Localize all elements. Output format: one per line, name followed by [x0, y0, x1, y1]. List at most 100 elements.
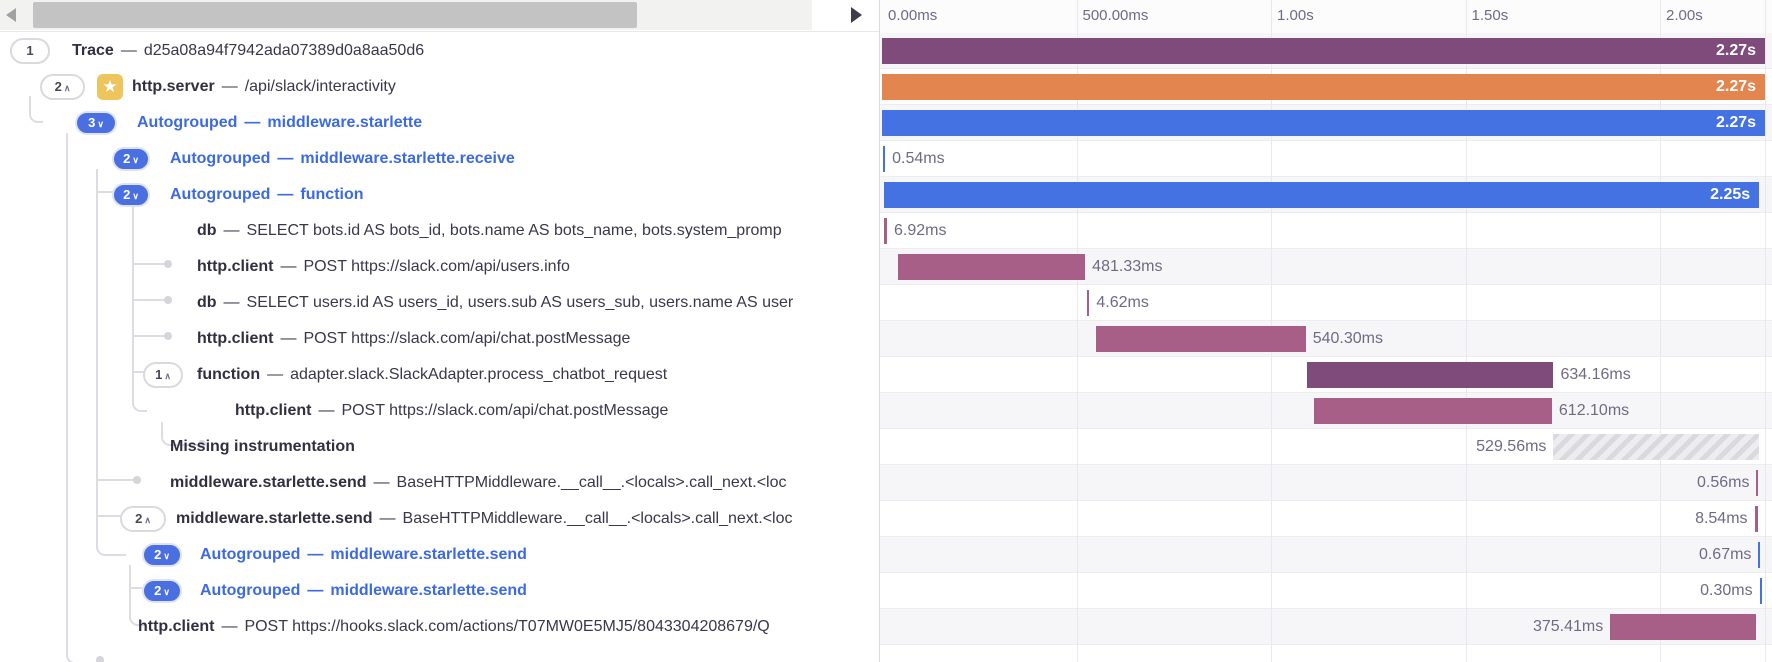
span-bar[interactable]: 2.25s [884, 182, 1759, 208]
trace-viewer: 1 Trace—d25a08a94f7942ada07389d0a8aa50d6… [0, 0, 1772, 662]
timeline-rows: 2.27s 2.27s 2.27s 0.54ms 2.25s 6.92ms 48… [880, 33, 1772, 645]
chevron-down-icon: ∨ [163, 574, 170, 609]
span-bar[interactable] [883, 146, 885, 172]
separator: — [380, 510, 396, 527]
span-desc: POST https://slack.com/api/users.info [303, 258, 569, 275]
span-bar[interactable]: 2.27s [882, 110, 1765, 136]
span-name: db [197, 222, 217, 239]
badge-count: 1 [155, 357, 162, 393]
span-name: db [197, 294, 217, 311]
tree-row-autogrouped-starlette[interactable]: 3∨ Autogrouped—middleware.starlette [0, 105, 879, 141]
tree-row-http-hooks[interactable]: http.client—POST https://hooks.slack.com… [0, 609, 879, 645]
badge-count: 2 [55, 69, 62, 105]
duration-label: 2.27s [1716, 38, 1756, 64]
scrollbar-thumb[interactable] [33, 2, 637, 28]
duration-label: 540.30ms [1313, 326, 1383, 352]
collapse-badge[interactable]: 2∧ [120, 506, 166, 532]
expand-badge[interactable]: 2∨ [112, 147, 150, 171]
expand-badge[interactable]: 2∨ [142, 579, 182, 603]
tree-row-autogrouped-send-2[interactable]: 2∨ Autogrouped—middleware.starlette.send [0, 573, 879, 609]
duration-label: 0.30ms [1700, 578, 1752, 604]
star-icon: ★ [97, 74, 123, 100]
span-name: Autogrouped [170, 150, 270, 167]
badge-count: 2 [123, 141, 130, 177]
expand-badge[interactable]: 3∨ [75, 111, 117, 135]
child-count-badge[interactable]: 1 [10, 38, 50, 64]
tree-row-middleware-send-1[interactable]: middleware.starlette.send—BaseHTTPMiddle… [0, 465, 879, 501]
span-row: 612.10ms [880, 393, 1772, 429]
tree-row-trace[interactable]: 1 Trace—d25a08a94f7942ada07389d0a8aa50d6 [0, 33, 879, 69]
tree-row-missing-instrumentation[interactable]: Missing instrumentation [0, 429, 879, 465]
span-bar[interactable] [1758, 542, 1760, 568]
span-bar[interactable] [898, 254, 1085, 280]
duration-label: 375.41ms [1533, 614, 1603, 640]
duration-label: 481.33ms [1092, 254, 1162, 280]
duration-label: 8.54ms [1695, 506, 1747, 532]
duration-label: 612.10ms [1559, 398, 1629, 424]
span-row: 0.54ms [880, 141, 1772, 177]
span-bar[interactable] [1755, 506, 1758, 532]
chevron-up-icon: ∧ [144, 502, 151, 537]
collapse-badge[interactable]: 2∧ [40, 74, 85, 100]
duration-label: 2.27s [1716, 110, 1756, 136]
leaf-bullet [96, 656, 104, 662]
chevron-up-icon: ∧ [164, 358, 171, 393]
chevron-up-icon: ∧ [64, 70, 71, 105]
span-bar[interactable]: 2.27s [882, 74, 1765, 100]
tree-row-db-users[interactable]: db — SELECT users.id AS users_id, users.su… [0, 285, 879, 321]
expand-badge[interactable]: 2∨ [112, 183, 150, 207]
tree-row-autogrouped-receive[interactable]: 2∨ Autogrouped—middleware.starlette.rece… [0, 141, 879, 177]
separator: — [224, 294, 240, 311]
duration-label: 0.67ms [1699, 542, 1751, 568]
scroll-right-icon[interactable] [851, 7, 862, 23]
span-row: 2.25s [880, 177, 1772, 213]
span-bar[interactable] [1610, 614, 1756, 640]
separator: — [307, 582, 323, 599]
span-desc: BaseHTTPMiddleware.__call__.<locals>.cal… [397, 474, 787, 491]
span-name: Trace [72, 42, 114, 59]
tree-row-function-process-chatbot[interactable]: 1∧ function—adapter.slack.SlackAdapter.p… [0, 357, 879, 393]
span-name: http.client [138, 618, 214, 635]
duration-label: 0.54ms [892, 146, 944, 172]
span-row: 2.27s [880, 33, 1772, 69]
tree-row-http-users-info[interactable]: http.client—POST https://slack.com/api/u… [0, 249, 879, 285]
badge-count: 1 [26, 33, 33, 69]
span-bar-missing-instrumentation[interactable] [1553, 434, 1759, 460]
span-bar[interactable] [1760, 578, 1762, 604]
span-desc: SELECT users.id AS users_id, users.sub A… [247, 294, 794, 311]
span-desc: POST https://slack.com/api/chat.postMess… [303, 330, 630, 347]
tree-row-autogrouped-send-1[interactable]: 2∨ Autogrouped—middleware.starlette.send [0, 537, 879, 573]
span-name: http.server [132, 78, 215, 95]
tree-row-db-bots[interactable]: db—SELECT bots.id AS bots_id, bots.name … [0, 213, 879, 249]
span-desc: middleware.starlette.send [330, 546, 527, 563]
span-desc: function [300, 186, 363, 203]
span-desc: middleware.starlette.send [330, 582, 527, 599]
tree-row-http-server[interactable]: 2∧ ★ http.server—/api/slack/interactivit… [0, 69, 879, 105]
span-bar[interactable] [1756, 470, 1758, 496]
span-tree-panel: 1 Trace—d25a08a94f7942ada07389d0a8aa50d6… [0, 0, 880, 662]
expand-badge[interactable]: 2∨ [142, 543, 182, 567]
span-bar[interactable] [884, 218, 887, 244]
tree-row-autogrouped-function[interactable]: 2∨ Autogrouped—function [0, 177, 879, 213]
tree-row-http-postmessage-1[interactable]: http.client—POST https://slack.com/api/c… [0, 321, 879, 357]
span-bar[interactable] [1096, 326, 1306, 352]
scroll-left-icon[interactable] [6, 8, 16, 22]
tree-row-middleware-send-2[interactable]: 2∧ middleware.starlette.send—BaseHTTPMid… [0, 501, 879, 537]
collapse-badge[interactable]: 1∧ [143, 362, 183, 388]
span-desc: middleware.starlette.receive [300, 150, 514, 167]
h-scrollbar[interactable] [0, 0, 879, 32]
span-name: Autogrouped [170, 186, 270, 203]
span-row: 375.41ms [880, 609, 1772, 645]
span-bar[interactable] [1314, 398, 1552, 424]
span-desc: SELECT bots.id AS bots_id, bots.name AS … [247, 222, 782, 239]
span-bar[interactable] [1307, 362, 1554, 388]
span-desc: /api/slack/interactivity [245, 78, 396, 95]
tree-row-http-postmessage-2[interactable]: http.client—POST https://slack.com/api/c… [0, 393, 879, 429]
span-row: 6.92ms [880, 213, 1772, 249]
duration-label: 2.27s [1716, 74, 1756, 100]
chevron-down-icon: ∨ [97, 106, 104, 141]
span-name: function [197, 366, 260, 383]
span-bar[interactable]: 2.27s [882, 38, 1765, 64]
separator: — [121, 42, 137, 59]
span-bar[interactable] [1087, 290, 1089, 316]
